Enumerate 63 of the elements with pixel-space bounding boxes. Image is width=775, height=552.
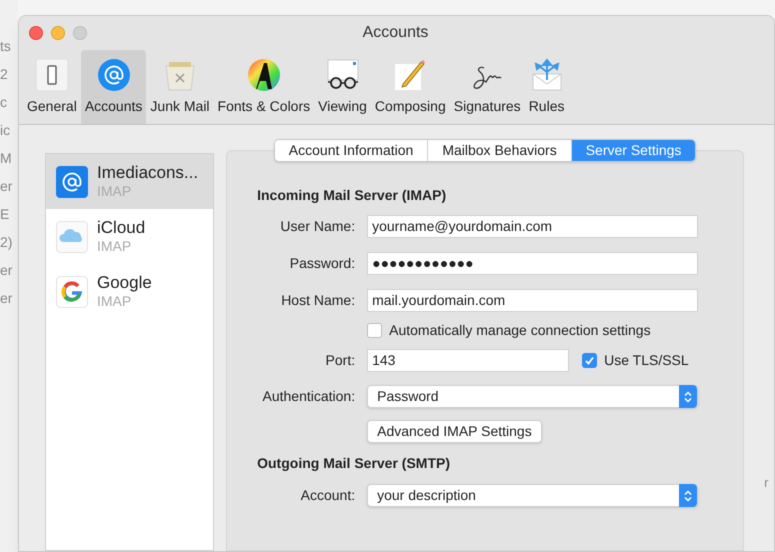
pencil-icon [393, 58, 428, 92]
checkmark-icon [584, 355, 596, 366]
account-type: IMAP [97, 292, 132, 310]
input-field[interactable]: mail.yourdomain.com [367, 289, 698, 312]
background-text: E [0, 206, 10, 222]
switch-icon [34, 58, 69, 92]
glasses-icon [326, 58, 360, 92]
field-label: Account: [300, 486, 356, 505]
toolbar-tab[interactable]: General [23, 50, 81, 124]
toolbar-tab[interactable]: Accounts [80, 50, 146, 124]
input-field[interactable]: 143 [367, 349, 570, 372]
stepper-arrows-icon [684, 390, 692, 402]
background-text: c [0, 94, 8, 110]
toolbar-tab[interactable]: Fonts & Colors [214, 50, 314, 124]
background-text: ts [0, 38, 12, 54]
toolbar-tab[interactable]: Composing [370, 50, 450, 124]
envelope-arrows-icon [530, 58, 564, 92]
toolbar-tab[interactable]: Rules [524, 50, 568, 124]
window-title: Accounts [362, 23, 428, 43]
popup-button[interactable]: Password [367, 385, 698, 408]
background-text: ic [0, 122, 12, 138]
input-field[interactable]: ●●●●●●●●●●●● [367, 252, 698, 275]
at-sign-icon [96, 58, 131, 92]
stepper-arrows-icon [684, 490, 692, 502]
close-button[interactable] [29, 26, 43, 40]
popup-value: your description [377, 486, 476, 505]
popup-button[interactable]: your description [367, 484, 698, 507]
section-heading: Incoming Mail Server (IMAP) [257, 186, 448, 205]
account-type: IMAP [97, 236, 132, 256]
tab[interactable]: Account Information [274, 140, 428, 161]
toolbar-tab[interactable]: Signatures [450, 50, 525, 124]
background-text: 2) [0, 234, 14, 250]
background-text: M [0, 150, 13, 166]
color-wheel-icon [246, 58, 281, 92]
popup-value: Password [377, 387, 439, 406]
background-text: er [0, 178, 14, 194]
background-text: 2 [0, 66, 9, 82]
account-name: Google [97, 272, 152, 292]
checkbox[interactable] [367, 323, 382, 338]
checkbox[interactable] [582, 353, 598, 368]
input-field[interactable]: yourname@yourdomain.com [367, 215, 698, 238]
section-heading: Outgoing Mail Server (SMTP) [257, 454, 452, 473]
field-label: User Name: [280, 217, 356, 236]
advanced-settings-button[interactable]: Advanced IMAP Settings [367, 420, 542, 443]
field-label: Authentication: [262, 387, 356, 406]
checkbox-label: Automatically manage connection settings [389, 321, 651, 340]
account-name: Imediacons... [97, 162, 198, 182]
background-text: r [764, 475, 768, 490]
account-name: iCloud [97, 218, 146, 236]
background-text: er [0, 290, 14, 306]
tab[interactable]: Mailbox Behaviors [427, 140, 571, 161]
minimize-button[interactable] [51, 26, 65, 40]
toolbar-tab[interactable]: Viewing [314, 50, 371, 124]
field-label: Host Name: [281, 291, 356, 310]
field-label: Password: [290, 254, 356, 273]
toolbar-tab[interactable]: Junk Mail [146, 50, 214, 124]
background-text: er [0, 262, 14, 278]
letter-g-icon [56, 276, 88, 308]
zoom-button[interactable] [73, 26, 87, 40]
at-sign-icon [56, 166, 88, 198]
cloud-icon [56, 220, 88, 252]
checkbox-label: Use TLS/SSL [604, 351, 689, 370]
field-label: Port: [326, 351, 356, 370]
